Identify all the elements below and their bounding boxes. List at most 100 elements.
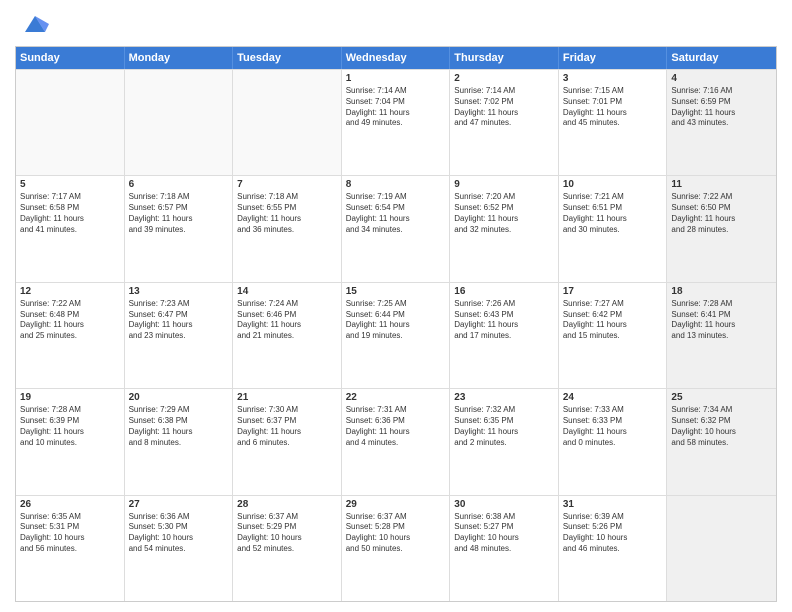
day-info: Sunrise: 7:26 AM Sunset: 6:43 PM Dayligh… (454, 299, 554, 342)
day-cell-10: 10 Sunrise: 7:21 AM Sunset: 6:51 PM Dayli… (559, 176, 668, 281)
calendar-row-3: 19 Sunrise: 7:28 AM Sunset: 6:39 PM Dayli… (16, 388, 776, 494)
day-cell-3: 3 Sunrise: 7:15 AM Sunset: 7:01 PM Daylig… (559, 70, 668, 175)
day-number: 12 (20, 286, 120, 297)
logo (15, 10, 49, 38)
day-cell-31: 31 Sunrise: 6:39 AM Sunset: 5:26 PM Dayli… (559, 496, 668, 601)
calendar: SundayMondayTuesdayWednesdayThursdayFrid… (15, 46, 777, 602)
day-number: 26 (20, 499, 120, 510)
day-info: Sunrise: 6:36 AM Sunset: 5:30 PM Dayligh… (129, 512, 229, 555)
day-cell-24: 24 Sunrise: 7:33 AM Sunset: 6:33 PM Dayli… (559, 389, 668, 494)
day-cell-23: 23 Sunrise: 7:32 AM Sunset: 6:35 PM Dayli… (450, 389, 559, 494)
day-info: Sunrise: 7:17 AM Sunset: 6:58 PM Dayligh… (20, 192, 120, 235)
day-info: Sunrise: 6:37 AM Sunset: 5:28 PM Dayligh… (346, 512, 446, 555)
day-info: Sunrise: 7:29 AM Sunset: 6:38 PM Dayligh… (129, 405, 229, 448)
day-number: 11 (671, 179, 772, 190)
day-cell-22: 22Sunrise: 7:31 AM Sunset: 6:36 PM Dayli… (342, 389, 451, 494)
day-info: Sunrise: 7:22 AM Sunset: 6:50 PM Dayligh… (671, 192, 772, 235)
day-info: Sunrise: 7:32 AM Sunset: 6:35 PM Dayligh… (454, 405, 554, 448)
day-number: 19 (20, 392, 120, 403)
day-number: 8 (346, 179, 446, 190)
header (15, 10, 777, 38)
day-cell-2: 2 Sunrise: 7:14 AM Sunset: 7:02 PM Daylig… (450, 70, 559, 175)
day-cell-13: 13 Sunrise: 7:23 AM Sunset: 6:47 PM Dayli… (125, 283, 234, 388)
day-cell-26: 26 Sunrise: 6:35 AM Sunset: 5:31 PM Dayli… (16, 496, 125, 601)
calendar-row-1: 5 Sunrise: 7:17 AM Sunset: 6:58 PM Daylig… (16, 175, 776, 281)
day-number: 17 (563, 286, 663, 297)
day-info: Sunrise: 6:39 AM Sunset: 5:26 PM Dayligh… (563, 512, 663, 555)
day-number: 4 (671, 73, 772, 84)
day-info: Sunrise: 7:21 AM Sunset: 6:51 PM Dayligh… (563, 192, 663, 235)
day-number: 25 (671, 392, 772, 403)
day-number: 13 (129, 286, 229, 297)
day-info: Sunrise: 7:20 AM Sunset: 6:52 PM Dayligh… (454, 192, 554, 235)
day-header-friday: Friday (559, 47, 668, 69)
day-header-saturday: Saturday (667, 47, 776, 69)
calendar-header: SundayMondayTuesdayWednesdayThursdayFrid… (16, 47, 776, 69)
empty-cell-0-1 (125, 70, 234, 175)
day-cell-4: 4 Sunrise: 7:16 AM Sunset: 6:59 PM Daylig… (667, 70, 776, 175)
day-header-monday: Monday (125, 47, 234, 69)
day-number: 31 (563, 499, 663, 510)
empty-cell-0-2 (233, 70, 342, 175)
day-cell-15: 15 Sunrise: 7:25 AM Sunset: 6:44 PM Dayli… (342, 283, 451, 388)
day-info: Sunrise: 7:28 AM Sunset: 6:39 PM Dayligh… (20, 405, 120, 448)
empty-cell-0-0 (16, 70, 125, 175)
empty-cell-4-6 (667, 496, 776, 601)
day-number: 14 (237, 286, 337, 297)
day-cell-17: 17Sunrise: 7:27 AM Sunset: 6:42 PM Dayli… (559, 283, 668, 388)
day-cell-20: 20 Sunrise: 7:29 AM Sunset: 6:38 PM Dayli… (125, 389, 234, 494)
day-cell-25: 25 Sunrise: 7:34 AM Sunset: 6:32 PM Dayli… (667, 389, 776, 494)
calendar-row-0: 1Sunrise: 7:14 AM Sunset: 7:04 PM Daylig… (16, 69, 776, 175)
day-header-wednesday: Wednesday (342, 47, 451, 69)
day-cell-27: 27 Sunrise: 6:36 AM Sunset: 5:30 PM Dayli… (125, 496, 234, 601)
day-cell-7: 7 Sunrise: 7:18 AM Sunset: 6:55 PM Daylig… (233, 176, 342, 281)
day-number: 24 (563, 392, 663, 403)
day-info: Sunrise: 7:15 AM Sunset: 7:01 PM Dayligh… (563, 86, 663, 129)
day-number: 2 (454, 73, 554, 84)
day-info: Sunrise: 7:18 AM Sunset: 6:55 PM Dayligh… (237, 192, 337, 235)
day-number: 20 (129, 392, 229, 403)
day-cell-1: 1Sunrise: 7:14 AM Sunset: 7:04 PM Daylig… (342, 70, 451, 175)
page: SundayMondayTuesdayWednesdayThursdayFrid… (0, 0, 792, 612)
calendar-body: 1Sunrise: 7:14 AM Sunset: 7:04 PM Daylig… (16, 69, 776, 601)
day-number: 27 (129, 499, 229, 510)
day-info: Sunrise: 7:34 AM Sunset: 6:32 PM Dayligh… (671, 405, 772, 448)
day-number: 16 (454, 286, 554, 297)
day-info: Sunrise: 6:37 AM Sunset: 5:29 PM Dayligh… (237, 512, 337, 555)
day-number: 5 (20, 179, 120, 190)
day-number: 21 (237, 392, 337, 403)
day-number: 28 (237, 499, 337, 510)
day-number: 30 (454, 499, 554, 510)
day-number: 9 (454, 179, 554, 190)
day-cell-6: 6Sunrise: 7:18 AM Sunset: 6:57 PM Daylig… (125, 176, 234, 281)
day-number: 3 (563, 73, 663, 84)
day-info: Sunrise: 7:30 AM Sunset: 6:37 PM Dayligh… (237, 405, 337, 448)
day-number: 7 (237, 179, 337, 190)
day-cell-11: 11 Sunrise: 7:22 AM Sunset: 6:50 PM Dayli… (667, 176, 776, 281)
day-cell-8: 8Sunrise: 7:19 AM Sunset: 6:54 PM Daylig… (342, 176, 451, 281)
day-info: Sunrise: 7:16 AM Sunset: 6:59 PM Dayligh… (671, 86, 772, 129)
day-info: Sunrise: 7:33 AM Sunset: 6:33 PM Dayligh… (563, 405, 663, 448)
day-header-tuesday: Tuesday (233, 47, 342, 69)
day-info: Sunrise: 7:14 AM Sunset: 7:02 PM Dayligh… (454, 86, 554, 129)
day-number: 18 (671, 286, 772, 297)
day-info: Sunrise: 6:38 AM Sunset: 5:27 PM Dayligh… (454, 512, 554, 555)
day-number: 6 (129, 179, 229, 190)
day-info: Sunrise: 7:25 AM Sunset: 6:44 PM Dayligh… (346, 299, 446, 342)
day-cell-12: 12 Sunrise: 7:22 AM Sunset: 6:48 PM Dayli… (16, 283, 125, 388)
day-header-thursday: Thursday (450, 47, 559, 69)
day-cell-29: 29 Sunrise: 6:37 AM Sunset: 5:28 PM Dayli… (342, 496, 451, 601)
day-info: Sunrise: 7:23 AM Sunset: 6:47 PM Dayligh… (129, 299, 229, 342)
day-info: Sunrise: 7:22 AM Sunset: 6:48 PM Dayligh… (20, 299, 120, 342)
day-number: 10 (563, 179, 663, 190)
logo-icon (21, 10, 49, 38)
day-number: 1 (346, 73, 446, 84)
calendar-row-2: 12 Sunrise: 7:22 AM Sunset: 6:48 PM Dayli… (16, 282, 776, 388)
day-cell-14: 14 Sunrise: 7:24 AM Sunset: 6:46 PM Dayli… (233, 283, 342, 388)
day-info: Sunrise: 6:35 AM Sunset: 5:31 PM Dayligh… (20, 512, 120, 555)
day-cell-5: 5 Sunrise: 7:17 AM Sunset: 6:58 PM Daylig… (16, 176, 125, 281)
day-number: 23 (454, 392, 554, 403)
day-number: 29 (346, 499, 446, 510)
day-number: 15 (346, 286, 446, 297)
day-info: Sunrise: 7:24 AM Sunset: 6:46 PM Dayligh… (237, 299, 337, 342)
